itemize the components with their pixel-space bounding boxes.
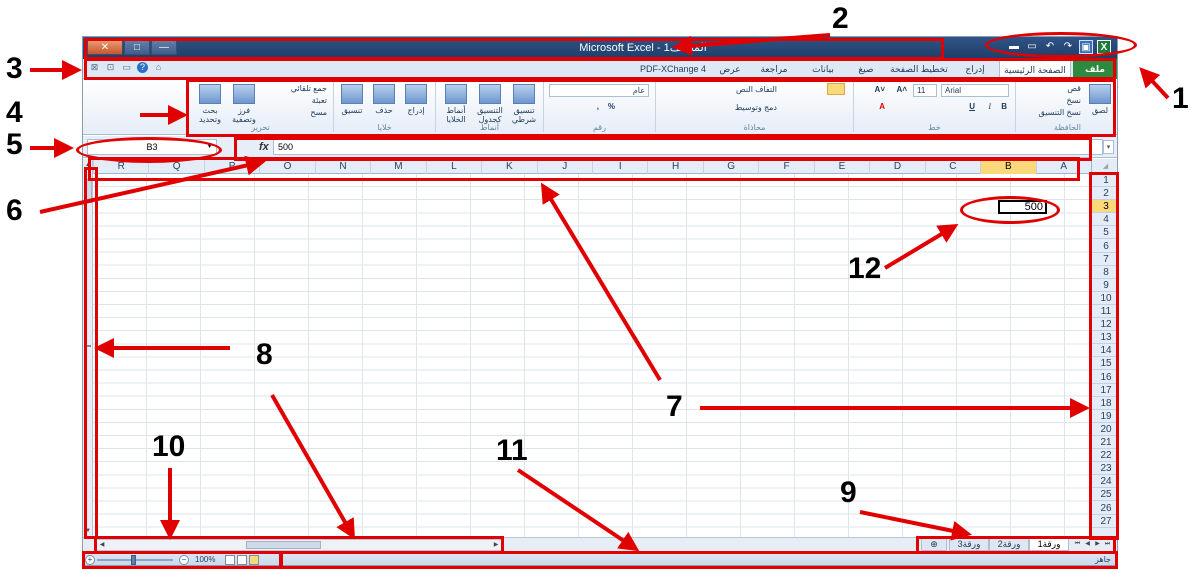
callout-number-1: 1: [1172, 82, 1189, 115]
callout-number-3: 3: [6, 52, 23, 85]
highlight-quick-access-toolbar: [985, 32, 1137, 58]
highlight-vertical-scrollbar: [84, 167, 98, 539]
callout-number-7: 7: [666, 390, 683, 423]
callout-number-12: 12: [848, 252, 882, 285]
callout-number-9: 9: [840, 476, 857, 509]
highlight-column-headers: [88, 157, 1080, 181]
callout-number-4: 4: [6, 96, 23, 129]
highlight-cell-b3: [960, 196, 1060, 224]
callout-number-11: 11: [496, 434, 528, 467]
callout-number-2: 2: [832, 2, 849, 35]
callout-number-8: 8: [256, 338, 273, 371]
callout-number-10: 10: [152, 430, 186, 463]
highlight-ribbon: [186, 79, 1116, 137]
expand-formula-bar-icon[interactable]: ▾: [1103, 140, 1114, 154]
arrow-1: [1139, 67, 1170, 100]
highlight-title-bar: [84, 38, 944, 60]
highlight-tab-bar: [84, 58, 1116, 80]
callout-number-5: 5: [6, 128, 23, 161]
highlight-zoom-controls: [82, 551, 282, 569]
highlight-row-headers: [1089, 172, 1119, 540]
highlight-status-bar: [280, 551, 1118, 569]
worksheet-grid[interactable]: [93, 174, 1091, 537]
callout-number-6: 6: [6, 194, 23, 227]
